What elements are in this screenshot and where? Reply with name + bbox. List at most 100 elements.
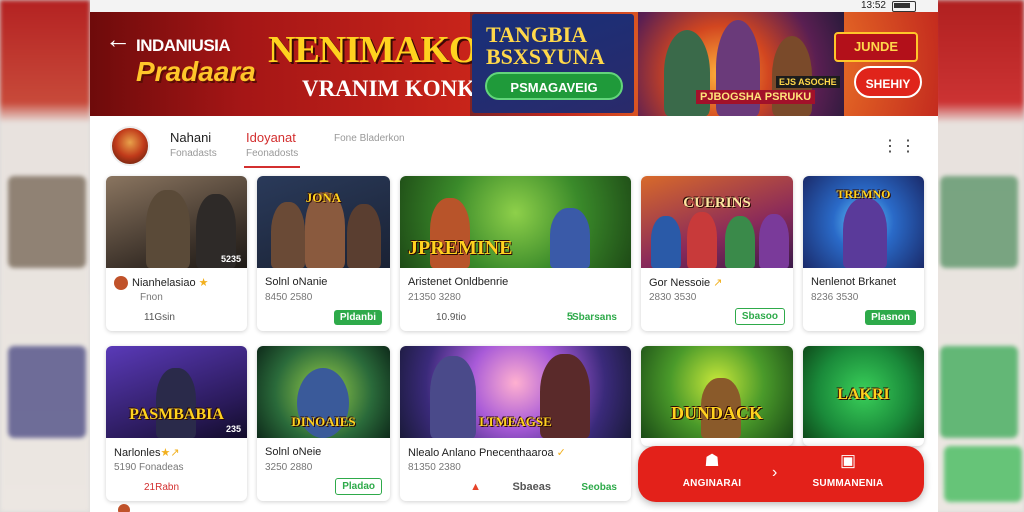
thumb-figure <box>687 212 717 268</box>
play-button[interactable]: Sbarsans <box>566 310 623 325</box>
thumb-figure <box>146 190 190 268</box>
thumb-number: 5235 <box>220 254 241 264</box>
game-card[interactable]: LTMEAGSE Nlealo Anlano Pnecenthaaroa ✓ 8… <box>400 346 631 501</box>
game-card[interactable]: LAKRI <box>803 346 924 446</box>
tab-sublabel: Fone Bladerkon <box>334 133 405 144</box>
tab-nahani[interactable]: Nahani Fonadasts <box>170 130 217 159</box>
more-options-icon[interactable]: ⋮⋮ <box>882 136 918 156</box>
game-card[interactable]: DUNDACK <box>641 346 793 446</box>
thumb-figure <box>843 198 887 268</box>
game-thumbnail: PASMBABIA 235 <box>106 346 247 438</box>
background-ghost <box>944 446 1022 502</box>
thumb-figure <box>347 204 381 268</box>
game-meta: 8236 3530 <box>811 292 859 303</box>
promo-banner[interactable]: ← INDANIUSIA Pradaara NENIMAKON VRANIM K… <box>90 12 938 116</box>
promo-title: TANGBIA BSXSYUNA <box>486 22 605 69</box>
game-icon <box>114 276 128 291</box>
thumb-figure <box>156 368 196 438</box>
game-meta: 21350 3280 <box>408 292 461 303</box>
tab-idoyanat[interactable]: Idoyanat Feonadosts <box>243 130 301 168</box>
thumb-figure <box>725 216 755 268</box>
nav-summary-button[interactable]: ▣ SUMMANENIA <box>788 451 908 490</box>
background-ghost <box>8 346 86 438</box>
brand-tagline: Pradaara <box>136 56 256 87</box>
bookmark-icon: ▣ <box>839 451 857 470</box>
game-title: Solnl oNeie <box>265 446 322 458</box>
game-logo-badge: JUNDE <box>834 32 918 62</box>
bottom-action-bar: ☗ ANGINARAI › ▣ SUMMANENIA <box>638 446 924 502</box>
promo-box: TANGBIA BSXSYUNA PSMAGAVEIG <box>472 14 634 113</box>
play-button[interactable]: Plasnon <box>865 310 916 325</box>
play-button[interactable]: Sbasoo <box>734 308 785 325</box>
game-title-text: Nlealo Anlano Pnecenthaaroa <box>408 447 554 459</box>
arrow-icon: ↗ <box>713 277 723 289</box>
status-bar: 13:52 <box>90 0 938 12</box>
thumb-title: PASMBABIA <box>129 406 224 423</box>
thumb-title: JONA <box>305 190 342 205</box>
play-button[interactable]: Seobas <box>575 480 623 495</box>
thumb-figure <box>271 202 305 268</box>
thumb-figure <box>651 216 681 268</box>
warning-icon: ▲ <box>470 481 481 493</box>
nav-label: ANGINARAI <box>682 478 742 489</box>
tab-sublabel: Feonadosts <box>246 148 299 159</box>
game-card[interactable]: DINOAIES Solnl oNeie 3250 2880 Pladao <box>257 346 390 501</box>
secondary-button[interactable]: Sbaeas <box>512 481 551 493</box>
game-thumbnail: CUERINS <box>641 176 793 268</box>
game-footer: 11Gsin <box>144 312 175 323</box>
game-title: Solnl oNanie <box>265 276 328 288</box>
game-thumbnail: LAKRI <box>803 346 924 438</box>
nav-label: SUMMANENIA <box>812 478 884 489</box>
thumb-number: 235 <box>225 424 241 434</box>
game-card[interactable]: 5235 Nianhelasiao ★ Fnon 11Gsin <box>106 176 247 331</box>
thumb-title: LAKRI <box>837 386 890 403</box>
promo-button[interactable]: PSMAGAVEIG <box>485 72 623 100</box>
game-meta: 81350 2380 <box>408 462 461 473</box>
thumb-title: TREMNO <box>836 187 891 201</box>
tabs-row: Nahani Fonadasts Idoyanat Feonadosts Fon… <box>90 120 938 170</box>
game-title: Nianhelasiao ★ <box>114 276 241 291</box>
game-thumbnail: JONA <box>257 176 390 268</box>
hero-caption: PJBOGSHA PSRUKU <box>696 90 816 104</box>
background-ghost <box>8 176 86 268</box>
game-card[interactable]: TREMNO Nenlenot Brkanet 8236 3530 Plasno… <box>803 176 924 331</box>
thumb-title: DUNDACK <box>671 403 763 423</box>
back-arrow-icon[interactable]: ← <box>104 26 132 54</box>
game-meta: Fnon <box>140 292 163 303</box>
game-meta: 3250 2880 <box>265 462 313 473</box>
status-time: 13:52 <box>860 0 886 11</box>
background-ghost <box>940 176 1018 268</box>
background-ghost <box>940 346 1018 438</box>
game-meta: 8450 2580 <box>265 292 313 303</box>
play-button[interactable]: Pladao <box>335 478 382 495</box>
brand-name: INDANIUSIA <box>136 36 231 55</box>
app-window: 13:52 ← INDANIUSIA Pradaara NENIMAKON VR… <box>90 0 938 512</box>
game-title: Nenlenot Brkanet <box>811 276 896 288</box>
game-card[interactable]: CUERINS Gor Nessoie ↗ 2830 3530 Sbasoo <box>641 176 793 331</box>
game-card[interactable]: JONA Solnl oNanie 8450 2580 Pldanbi <box>257 176 390 331</box>
game-footer: 21Rabn <box>144 482 180 493</box>
tab-label: Idoyanat <box>246 130 296 145</box>
game-thumbnail: LTMEAGSE <box>400 346 631 438</box>
banner-headline: NENIMAKON <box>268 29 505 71</box>
thumb-title: DINOAIES <box>291 414 356 429</box>
star-icon: ★↗ <box>160 447 180 459</box>
thumb-title: CUERINS <box>683 195 751 211</box>
game-card[interactable]: JPREMINE Aristenet Onldbenrie 21350 3280… <box>400 176 631 331</box>
game-meta: 2830 3530 <box>649 292 697 303</box>
thumb-title: LTMEAGSE <box>479 414 552 429</box>
banner-cta-button[interactable]: SHEHIY <box>854 66 922 98</box>
game-thumbnail: DINOAIES <box>257 346 390 438</box>
avatar[interactable] <box>110 126 150 166</box>
game-thumbnail: DUNDACK <box>641 346 793 438</box>
game-footer: 10.9tio <box>436 312 467 323</box>
game-card[interactable]: PASMBABIA 235 Narlonles★↗ 5190 Fonadeas … <box>106 346 247 501</box>
game-meta: 5190 Fonadeas <box>114 462 184 473</box>
tab-fone[interactable]: Fone Bladerkon <box>334 130 405 144</box>
game-title-text: Narlonles <box>114 447 161 459</box>
game-title-text: Gor Nessoie <box>649 277 711 289</box>
game-title: Nlealo Anlano Pnecenthaaroa ✓ <box>408 446 625 459</box>
game-title: Aristenet Onldbenrie <box>408 276 509 288</box>
play-button[interactable]: Pldanbi <box>333 310 382 325</box>
nav-home-button[interactable]: ☗ ANGINARAI <box>652 452 772 490</box>
